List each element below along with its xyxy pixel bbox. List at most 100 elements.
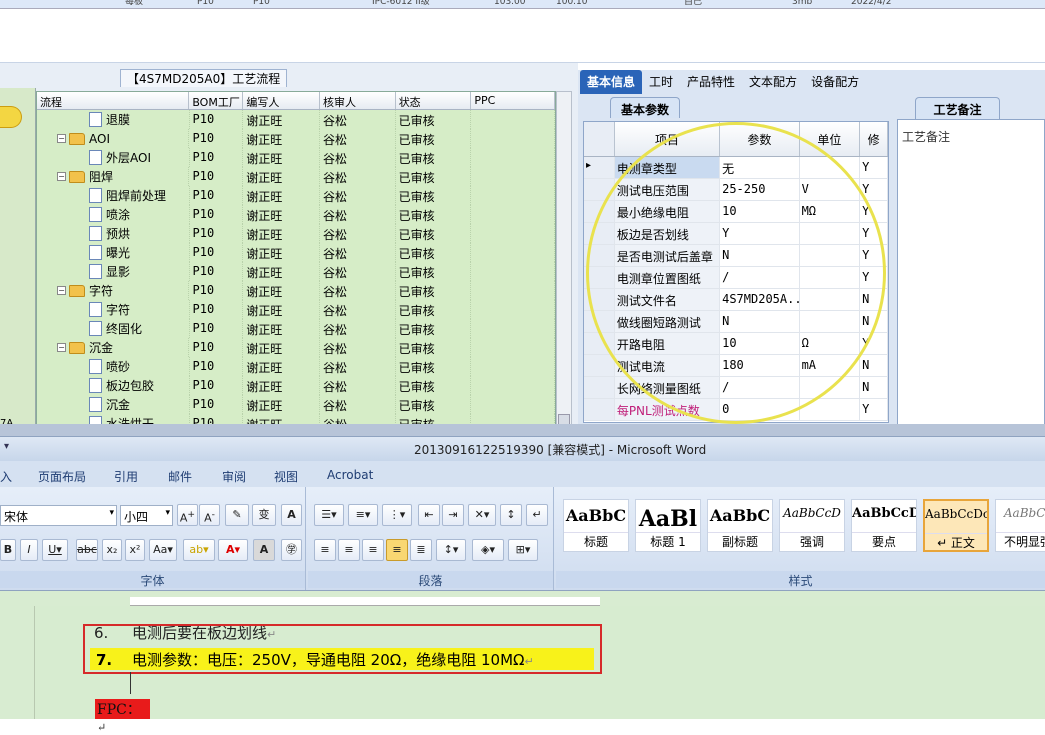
current-row-indicator-icon[interactable]: ▸ bbox=[584, 157, 615, 178]
justify-icon[interactable]: ≡ bbox=[386, 539, 408, 561]
grow-font-icon[interactable]: A+ bbox=[177, 504, 198, 526]
column-header-item[interactable]: 项目 bbox=[615, 122, 721, 156]
status-cell[interactable]: 已审核 bbox=[396, 224, 472, 243]
author-cell[interactable]: 谢正旺 bbox=[243, 376, 320, 395]
bullets-icon[interactable]: ☰▾ bbox=[314, 504, 344, 526]
author-cell[interactable]: 谢正旺 bbox=[243, 281, 320, 300]
comment-bubble-icon[interactable] bbox=[0, 106, 22, 128]
collapse-toggle-icon[interactable]: − bbox=[57, 134, 66, 143]
row-header[interactable] bbox=[584, 267, 615, 288]
flow-cell[interactable]: 字符 bbox=[37, 300, 190, 319]
chinese-layout-icon[interactable]: ✕▾ bbox=[468, 504, 496, 526]
param-unit-cell[interactable]: mA bbox=[800, 355, 861, 376]
collapse-toggle-icon[interactable]: − bbox=[57, 343, 66, 352]
style-1[interactable]: AaBl 标题 1 bbox=[635, 499, 701, 552]
flow-cell[interactable]: − 沉金 bbox=[37, 338, 190, 357]
row-header[interactable] bbox=[584, 245, 615, 266]
ppc-cell[interactable] bbox=[471, 300, 555, 319]
param-unit-cell[interactable] bbox=[800, 311, 861, 332]
param-item-cell[interactable]: 电测章位置图纸 bbox=[614, 267, 721, 288]
param-edit-cell[interactable]: Y bbox=[860, 223, 888, 244]
enclose-char-icon[interactable]: ㊫ bbox=[281, 539, 302, 561]
reviewer-cell[interactable]: 谷松 bbox=[320, 167, 396, 186]
reviewer-cell[interactable]: 谷松 bbox=[320, 262, 396, 281]
param-edit-cell[interactable]: N bbox=[860, 311, 888, 332]
flow-cell[interactable]: − 阻焊 bbox=[37, 167, 190, 186]
row-header[interactable] bbox=[584, 355, 615, 376]
table-row[interactable]: − 沉金 P10 谢正旺 谷松 已审核 bbox=[37, 338, 555, 357]
reviewer-cell[interactable]: 谷松 bbox=[320, 186, 396, 205]
param-value-cell[interactable]: 25-250 bbox=[720, 179, 800, 200]
table-row[interactable]: 每PNL测试点数 0 Y bbox=[584, 399, 888, 421]
param-value-cell[interactable]: / bbox=[720, 377, 800, 398]
author-cell[interactable]: 谢正旺 bbox=[243, 262, 320, 281]
bom-cell[interactable]: P10 bbox=[189, 129, 244, 148]
param-unit-cell[interactable] bbox=[800, 399, 861, 420]
tab-product-features[interactable]: 产品特性 bbox=[680, 70, 742, 94]
param-unit-cell[interactable]: MΩ bbox=[800, 201, 861, 222]
param-value-cell[interactable]: N bbox=[720, 245, 800, 266]
flow-cell[interactable]: 退膜 bbox=[37, 110, 190, 129]
table-row[interactable]: 喷涂 P10 谢正旺 谷松 已审核 bbox=[37, 205, 555, 224]
table-row[interactable]: 阻焊前处理 P10 谢正旺 谷松 已审核 bbox=[37, 186, 555, 205]
ppc-cell[interactable] bbox=[471, 224, 555, 243]
flow-cell[interactable]: 板边包胶 bbox=[37, 376, 190, 395]
status-cell[interactable]: 已审核 bbox=[396, 129, 472, 148]
bom-cell[interactable]: P10 bbox=[189, 281, 244, 300]
column-header-ppc[interactable]: PPC bbox=[471, 92, 555, 109]
status-cell[interactable]: 已审核 bbox=[396, 281, 472, 300]
style-6[interactable]: AaBbCc 不明显强 bbox=[995, 499, 1045, 552]
table-row[interactable]: − AOI P10 谢正旺 谷松 已审核 bbox=[37, 129, 555, 148]
ppc-cell[interactable] bbox=[471, 243, 555, 262]
row-header[interactable] bbox=[584, 333, 615, 354]
borders-icon[interactable]: ⊞▾ bbox=[508, 539, 538, 561]
ppc-cell[interactable] bbox=[471, 167, 555, 186]
column-header-bom[interactable]: BOM工厂 bbox=[189, 92, 244, 109]
align-left-icon[interactable]: ≡ bbox=[314, 539, 336, 561]
param-edit-cell[interactable]: Y bbox=[860, 179, 888, 200]
tab-page-layout[interactable]: 页面布局 bbox=[38, 468, 86, 485]
table-row[interactable]: 板边包胶 P10 谢正旺 谷松 已审核 bbox=[37, 376, 555, 395]
param-edit-cell[interactable]: Y bbox=[860, 333, 888, 354]
ppc-cell[interactable] bbox=[471, 376, 555, 395]
column-header-value[interactable]: 参数 bbox=[720, 122, 800, 156]
style-3[interactable]: AaBbCcD 强调 bbox=[779, 499, 845, 552]
shading-icon[interactable]: ◈▾ bbox=[472, 539, 504, 561]
author-cell[interactable]: 谢正旺 bbox=[243, 338, 320, 357]
tab-work-hours[interactable]: 工时 bbox=[642, 70, 680, 94]
table-row[interactable]: 最小绝缘电阻 10 MΩ Y bbox=[584, 201, 888, 223]
param-item-cell[interactable]: 长网络测量图纸 bbox=[614, 377, 721, 398]
bom-cell[interactable]: P10 bbox=[190, 395, 244, 414]
ppc-cell[interactable] bbox=[471, 186, 555, 205]
font-color-icon[interactable]: A▾ bbox=[218, 539, 248, 561]
param-item-cell[interactable]: 测试电压范围 bbox=[614, 179, 721, 200]
table-row[interactable]: 喷砂 P10 谢正旺 谷松 已审核 bbox=[37, 357, 555, 376]
row-header[interactable] bbox=[584, 223, 615, 244]
status-cell[interactable]: 已审核 bbox=[396, 262, 472, 281]
params-grid[interactable]: 项目 参数 单位 修 ▸ 电测章类型无 Y 测试电压范围 25-250 V Y 最小绝缘电阻 1… bbox=[583, 121, 889, 423]
highlight-color-icon[interactable]: ab▾ bbox=[183, 539, 215, 561]
bom-cell[interactable]: P10 bbox=[190, 300, 244, 319]
status-cell[interactable]: 已审核 bbox=[396, 205, 472, 224]
ppc-cell[interactable] bbox=[471, 395, 555, 414]
table-row[interactable]: 是否电测试后盖章 N Y bbox=[584, 245, 888, 267]
ppc-cell[interactable] bbox=[471, 262, 555, 281]
param-value-cell[interactable]: 10 bbox=[720, 201, 800, 222]
param-edit-cell[interactable]: N bbox=[860, 289, 888, 310]
tab-text-recipe[interactable]: 文本配方 bbox=[742, 70, 804, 94]
tab-review[interactable]: 审阅 bbox=[222, 468, 246, 485]
status-cell[interactable]: 已审核 bbox=[396, 338, 472, 357]
row-header[interactable] bbox=[584, 311, 615, 332]
flow-cell[interactable]: − AOI bbox=[37, 129, 190, 148]
table-row[interactable]: 字符 P10 谢正旺 谷松 已审核 bbox=[37, 300, 555, 319]
flow-cell[interactable]: 外层AOI bbox=[37, 148, 190, 167]
style-4[interactable]: AaBbCcD 要点 bbox=[851, 499, 917, 552]
ppc-cell[interactable] bbox=[471, 338, 555, 357]
flow-cell[interactable]: 喷砂 bbox=[37, 357, 190, 376]
bold-icon[interactable]: B bbox=[0, 539, 16, 561]
table-row[interactable]: 测试文件名4S7MD205A... N bbox=[584, 289, 888, 311]
author-cell[interactable]: 谢正旺 bbox=[243, 186, 320, 205]
param-edit-cell[interactable]: Y bbox=[860, 245, 888, 266]
flow-cell[interactable]: 曝光 bbox=[37, 243, 190, 262]
param-value-cell[interactable]: N bbox=[720, 311, 800, 332]
